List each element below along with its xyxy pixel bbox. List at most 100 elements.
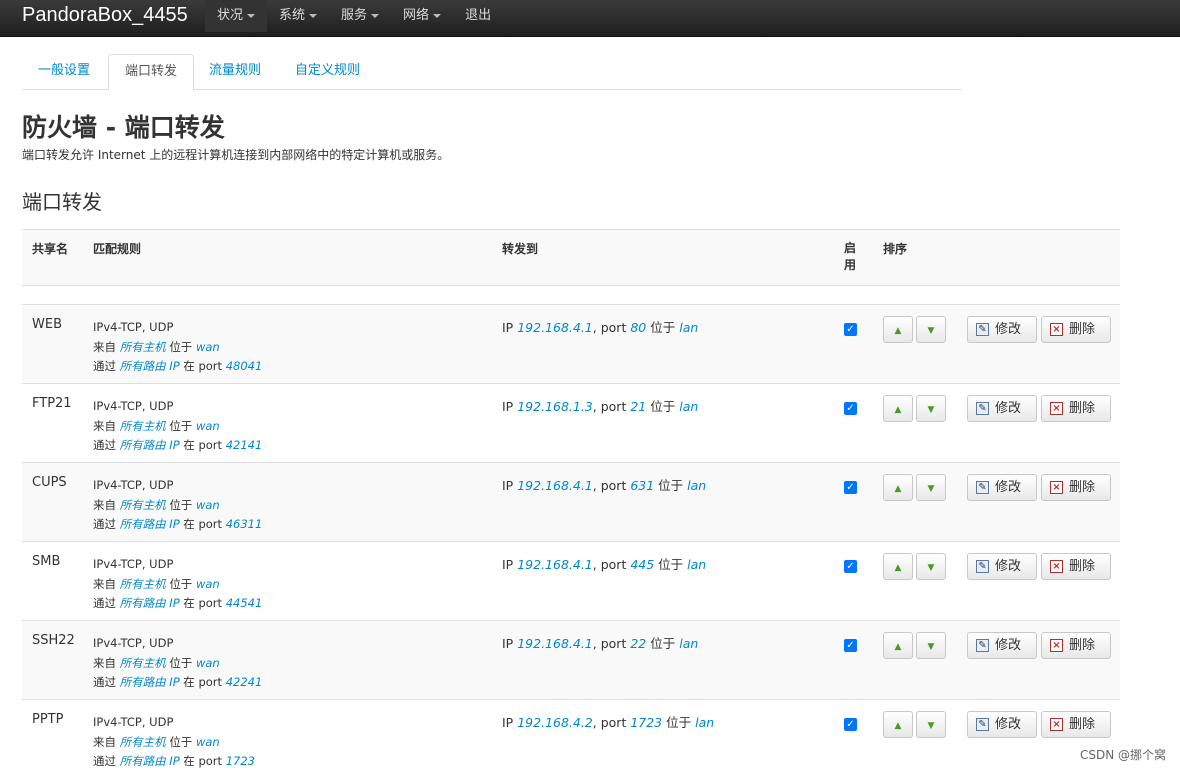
- menu-system[interactable]: 系统: [267, 0, 329, 32]
- delete-icon: ×: [1050, 481, 1063, 494]
- source-hosts: 所有主机: [119, 418, 166, 433]
- menu-logout[interactable]: 退出: [453, 0, 503, 32]
- menu-network[interactable]: 网络: [391, 0, 453, 32]
- delete-button[interactable]: × 删除: [1041, 553, 1111, 580]
- delete-button[interactable]: × 删除: [1041, 395, 1111, 422]
- delete-button[interactable]: × 删除: [1041, 316, 1111, 343]
- tab-traffic-rules[interactable]: 流量规则: [193, 54, 277, 88]
- rule-match: IPv4-TCP, UDP 来自 所有主机 位于 wan 通过 所有路由 IP 在 …: [93, 318, 262, 377]
- edit-icon: ✎: [976, 402, 989, 415]
- enable-checkbox[interactable]: ✓: [844, 323, 857, 336]
- watermark: CSDN @挪个窝: [1079, 748, 1166, 762]
- arrow-up-icon: ▲: [894, 326, 902, 336]
- dest-ip: 192.168.1.3: [517, 399, 593, 414]
- move-down-button[interactable]: ▼: [916, 711, 946, 738]
- table-row: PPTP IPv4-TCP, UDP 来自 所有主机 位于 wan 通过 所有路由 I…: [22, 699, 1120, 778]
- menu-status[interactable]: 状况: [205, 0, 268, 32]
- rule-match: IPv4-TCP, UDP 来自 所有主机 位于 wan 通过 所有路由 IP 在 …: [93, 555, 262, 614]
- dest-port: 1723: [630, 715, 663, 730]
- edit-button[interactable]: ✎ 修改: [967, 632, 1037, 659]
- label-via: 通过: [93, 596, 116, 610]
- label-via: 通过: [93, 438, 116, 452]
- move-down-button[interactable]: ▼: [916, 395, 946, 422]
- source-hosts: 所有主机: [119, 339, 166, 354]
- move-up-button[interactable]: ▲: [883, 711, 913, 738]
- delete-button[interactable]: × 删除: [1041, 474, 1111, 501]
- label-from: 来自: [93, 734, 116, 749]
- arrow-up-icon: ▲: [894, 642, 902, 652]
- menu-status-label: 状况: [217, 8, 244, 23]
- source-hosts: 所有主机: [119, 576, 166, 591]
- caret-down-icon: [371, 13, 380, 18]
- edit-icon: ✎: [976, 639, 989, 652]
- external-port: 46311: [225, 517, 263, 531]
- move-up-button[interactable]: ▲: [883, 632, 913, 659]
- edit-button[interactable]: ✎ 修改: [967, 316, 1037, 343]
- edit-button[interactable]: ✎ 修改: [967, 711, 1037, 738]
- move-up-button[interactable]: ▲: [883, 395, 913, 422]
- label-port: port: [198, 359, 223, 373]
- move-down-button[interactable]: ▼: [916, 316, 946, 343]
- rule-forward: IP 192.168.4.2, port 1723 位于 lan: [502, 715, 715, 730]
- label-at: 位于: [169, 655, 193, 670]
- arrow-down-icon: ▼: [927, 563, 935, 573]
- rule-via: 通过 所有路由 IP 在 port 42141: [93, 436, 262, 456]
- edit-button[interactable]: ✎ 修改: [967, 474, 1037, 501]
- rule-forward: IP 192.168.4.1, port 631 位于 lan: [502, 478, 707, 493]
- tab-general[interactable]: 一般设置: [22, 54, 106, 88]
- arrow-up-icon: ▲: [894, 721, 902, 731]
- tab-custom-rules[interactable]: 自定义规则: [279, 54, 376, 88]
- move-up-button[interactable]: ▲: [883, 553, 913, 580]
- edit-button[interactable]: ✎ 修改: [967, 553, 1037, 580]
- dest-zone: lan: [679, 399, 699, 414]
- enable-checkbox[interactable]: ✓: [844, 718, 857, 731]
- label-at: 位于: [658, 478, 684, 493]
- label-at: 位于: [169, 339, 193, 354]
- enable-checkbox[interactable]: ✓: [844, 481, 857, 494]
- dest-zone: lan: [687, 557, 707, 572]
- external-port: 1723: [225, 754, 255, 768]
- label-port: port: [198, 675, 223, 689]
- label-via: 通过: [93, 754, 116, 768]
- menu-services[interactable]: 服务: [329, 0, 391, 32]
- move-down-button[interactable]: ▼: [916, 553, 946, 580]
- rule-name: WEB: [32, 317, 62, 332]
- edit-label: 修改: [995, 480, 1022, 495]
- rule-via: 通过 所有路由 IP 在 port 1723: [93, 752, 255, 772]
- enable-checkbox[interactable]: ✓: [844, 402, 857, 415]
- delete-button[interactable]: × 删除: [1041, 711, 1111, 738]
- rule-name: SSH22: [32, 633, 75, 648]
- header-sort: 排序: [883, 242, 908, 256]
- arrow-up-icon: ▲: [894, 563, 902, 573]
- delete-icon: ×: [1050, 639, 1063, 652]
- label-ip: IP: [502, 715, 514, 730]
- delete-label: 删除: [1069, 401, 1096, 416]
- enable-checkbox[interactable]: ✓: [844, 560, 857, 573]
- brand-logo[interactable]: PandoraBox_4455: [22, 4, 188, 27]
- arrow-down-icon: ▼: [927, 721, 935, 731]
- delete-button[interactable]: × 删除: [1041, 632, 1111, 659]
- label-at: 位于: [169, 734, 193, 749]
- move-down-button[interactable]: ▼: [916, 474, 946, 501]
- tab-port-forward[interactable]: 端口转发: [108, 54, 195, 91]
- rule-forward: IP 192.168.1.3, port 21 位于 lan: [502, 399, 699, 414]
- enable-checkbox[interactable]: ✓: [844, 639, 857, 652]
- label-in: 在: [183, 754, 195, 768]
- header-enable: 启用: [844, 241, 857, 272]
- source-zone: wan: [195, 497, 220, 512]
- move-down-button[interactable]: ▼: [916, 632, 946, 659]
- edit-label: 修改: [995, 559, 1022, 574]
- dest-ip: 192.168.4.1: [517, 557, 593, 572]
- label-port: port: [600, 320, 627, 335]
- label-at: 位于: [658, 557, 684, 572]
- edit-button[interactable]: ✎ 修改: [967, 395, 1037, 422]
- label-port: port: [198, 596, 223, 610]
- rule-protocol: IPv4-TCP, UDP: [93, 320, 174, 334]
- edit-icon: ✎: [976, 718, 989, 731]
- source-zone: wan: [195, 576, 220, 591]
- move-up-button[interactable]: ▲: [883, 316, 913, 343]
- table-header: 共享名 匹配规则 转发到 启用 排序: [22, 229, 1120, 286]
- section-title: 端口转发: [22, 190, 102, 214]
- move-up-button[interactable]: ▲: [883, 474, 913, 501]
- label-in: 在: [183, 596, 195, 610]
